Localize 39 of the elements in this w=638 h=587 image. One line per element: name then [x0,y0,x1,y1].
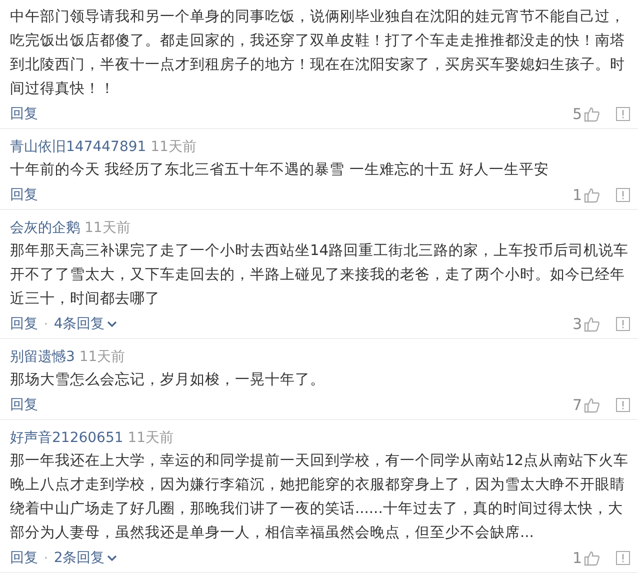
comment-text: 十年前的今天 我经历了东北三省五十年不遇的暴雪 一生难忘的十五 好人一生平安 [10,160,550,180]
replies-link[interactable]: 4条回复 [54,314,117,332]
post-time: 11天前 [79,349,126,365]
thumbs-up-icon[interactable] [584,550,600,566]
separator-dot: · [44,550,48,564]
reply-link[interactable]: 回复 [10,104,38,122]
like-count: 5 [572,104,582,122]
reply-link[interactable]: 回复 [10,314,38,332]
thumbs-up-icon[interactable] [584,316,600,332]
separator-dot: · [44,316,48,330]
report-icon[interactable] [616,106,630,120]
comment-text: 中午部门领导请我和另一个单身的同事吃饭，说俩刚毕业独自在沈阳的娃元宵节不能自己过，吃完饭出饭店都傻了。都走回家的，我还穿了双单皮鞋！打了个车走走推推都没走的快！南塔到北陵西门，半夜十一点才到租房子的地方！现在在沈阳安家了，买房买车娶媳妇生孩子。时间过得真快！！ [10,7,626,99]
thumbs-up-icon[interactable] [584,186,600,202]
thumbs-up-icon[interactable] [584,106,600,122]
comment-text: 那年那天高三补课完了走了一个小时去西站坐14路回重工街北三路的家，上车投币后司机说车开不了了雪太大，又下车走回去的，半路上碰见了来接我的老爸，走了两个小时。如今已经年近三十，时间都去哪了 [10,241,630,309]
report-icon[interactable] [616,188,630,202]
report-icon[interactable] [616,316,630,330]
post-time: 11天前 [84,220,130,236]
like-count: 1 [572,548,582,566]
replies-link[interactable]: 2条回复 [54,548,117,566]
reply-link[interactable]: 回复 [10,548,38,566]
post-time: 11天前 [150,139,196,155]
comment-text: 那场大雪怎么会忘记，岁月如梭，一晃十年了。 [10,370,326,390]
comment-text: 那一年我还在上大学，幸运的和同学提前一天回到学校，有一个同学从南站12点从南站下火车晚上八点才走到学校，因为嫌行李箱沉，她把能穿的衣服都穿身上了，因为雪太大睁不开眼睛绕着中山广场走了好几圈，那晚我们讲了一夜的笑话......十年过去了，真的时间过得太快，大部分为人妻母，虽然我还是单身一人，相信幸福虽然会晚点，但至少不会缺席... [10,451,630,543]
author-name[interactable]: 好声音21260651 [10,430,124,446]
author-name[interactable]: 青山依旧147447891 [10,139,146,155]
like-count: 7 [572,396,582,414]
post-time: 11天前 [128,430,174,446]
like-count: 1 [572,186,582,204]
author-name[interactable]: 会灰的企鹅 [10,220,80,236]
chevron-icon [106,320,117,328]
reply-link[interactable]: 回复 [10,186,38,204]
report-icon[interactable] [616,398,630,412]
like-count: 3 [572,314,582,332]
reply-link[interactable]: 回复 [10,396,38,414]
author-name[interactable]: 别留遗憾3 [10,349,75,365]
thumbs-up-icon[interactable] [584,396,600,412]
report-icon[interactable] [616,550,630,564]
chevron-icon [106,554,117,562]
